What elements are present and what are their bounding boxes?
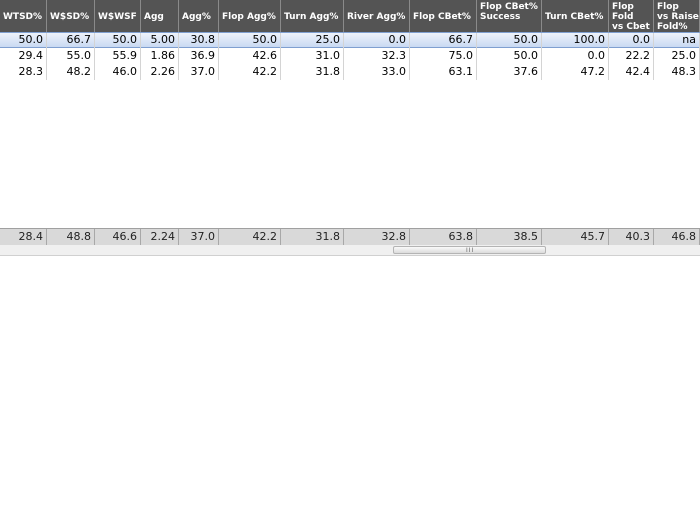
cell: 66.7 <box>410 33 477 49</box>
total-cell: 46.8 <box>654 229 700 245</box>
cell: 33.0 <box>344 64 410 80</box>
cell: 36.9 <box>179 48 219 64</box>
scrollbar-thumb[interactable]: III <box>393 246 546 254</box>
header-flop-vs-raise-fold[interactable]: Flop vs Raise Fold% <box>654 0 700 32</box>
cell: 48.3 <box>654 64 700 80</box>
cell: 50.0 <box>95 33 141 49</box>
cell: 100.0 <box>542 33 609 49</box>
total-cell: 40.3 <box>609 229 654 245</box>
header-river-agg[interactable]: River Agg% <box>344 0 410 32</box>
header-agg[interactable]: Agg <box>141 0 179 32</box>
cell: 50.0 <box>477 33 542 49</box>
header-wtsd[interactable]: WTSD% <box>0 0 47 32</box>
cell: 5.00 <box>141 33 179 49</box>
cell: 2.26 <box>141 64 179 80</box>
header-turn-cbet[interactable]: Turn CBet% <box>542 0 609 32</box>
header-wsd[interactable]: W$SD% <box>47 0 95 32</box>
cell: 47.2 <box>542 64 609 80</box>
cell: 50.0 <box>477 48 542 64</box>
header-wwsf[interactable]: W$WSF <box>95 0 141 32</box>
total-cell: 2.24 <box>141 229 179 245</box>
total-cell: 38.5 <box>477 229 542 245</box>
cell: 55.9 <box>95 48 141 64</box>
total-cell: 45.7 <box>542 229 609 245</box>
cell: 0.0 <box>609 33 654 49</box>
cell: 75.0 <box>410 48 477 64</box>
grip-icon: III <box>466 247 475 254</box>
table-row[interactable]: 28.3 48.2 46.0 2.26 37.0 42.2 31.8 33.0 … <box>0 64 700 80</box>
cell: 22.2 <box>609 48 654 64</box>
cell: 46.0 <box>95 64 141 80</box>
header-turn-agg[interactable]: Turn Agg% <box>281 0 344 32</box>
cell: 0.0 <box>542 48 609 64</box>
cell: 29.4 <box>0 48 47 64</box>
table-row[interactable]: 50.0 66.7 50.0 5.00 30.8 50.0 25.0 0.0 6… <box>0 32 700 49</box>
cell: na <box>654 33 700 49</box>
cell: 42.6 <box>219 48 281 64</box>
total-cell: 46.6 <box>95 229 141 245</box>
cell: 50.0 <box>219 33 281 49</box>
total-cell: 28.4 <box>0 229 47 245</box>
total-cell: 48.8 <box>47 229 95 245</box>
cell: 28.3 <box>0 64 47 80</box>
cell: 31.0 <box>281 48 344 64</box>
cell: 30.8 <box>179 33 219 49</box>
totals-row: 28.4 48.8 46.6 2.24 37.0 42.2 31.8 32.8 … <box>0 228 700 246</box>
header-flop-fold-vs-cbet[interactable]: Flop Fold vs Cbet <box>609 0 654 32</box>
cell: 37.6 <box>477 64 542 80</box>
header-flop-agg[interactable]: Flop Agg% <box>219 0 281 32</box>
header-flop-cbet[interactable]: Flop CBet% <box>410 0 477 32</box>
cell: 25.0 <box>281 33 344 49</box>
header-agg-pct[interactable]: Agg% <box>179 0 219 32</box>
cell: 55.0 <box>47 48 95 64</box>
cell: 1.86 <box>141 48 179 64</box>
cell: 42.2 <box>219 64 281 80</box>
cell: 37.0 <box>179 64 219 80</box>
cell: 48.2 <box>47 64 95 80</box>
cell: 31.8 <box>281 64 344 80</box>
total-cell: 42.2 <box>219 229 281 245</box>
cell: 32.3 <box>344 48 410 64</box>
total-cell: 31.8 <box>281 229 344 245</box>
cell: 50.0 <box>0 33 47 49</box>
table-row[interactable]: 29.4 55.0 55.9 1.86 36.9 42.6 31.0 32.3 … <box>0 48 700 64</box>
total-cell: 63.8 <box>410 229 477 245</box>
total-cell: 37.0 <box>179 229 219 245</box>
cell: 66.7 <box>47 33 95 49</box>
cell: 63.1 <box>410 64 477 80</box>
column-header-row: WTSD% W$SD% W$WSF Agg Agg% Flop Agg% Tur… <box>0 0 700 32</box>
cell: 42.4 <box>609 64 654 80</box>
cell: 25.0 <box>654 48 700 64</box>
cell: 0.0 <box>344 33 410 49</box>
horizontal-scrollbar[interactable]: III <box>0 245 700 256</box>
header-flop-cbet-success[interactable]: Flop CBet% Success <box>477 0 542 32</box>
total-cell: 32.8 <box>344 229 410 245</box>
